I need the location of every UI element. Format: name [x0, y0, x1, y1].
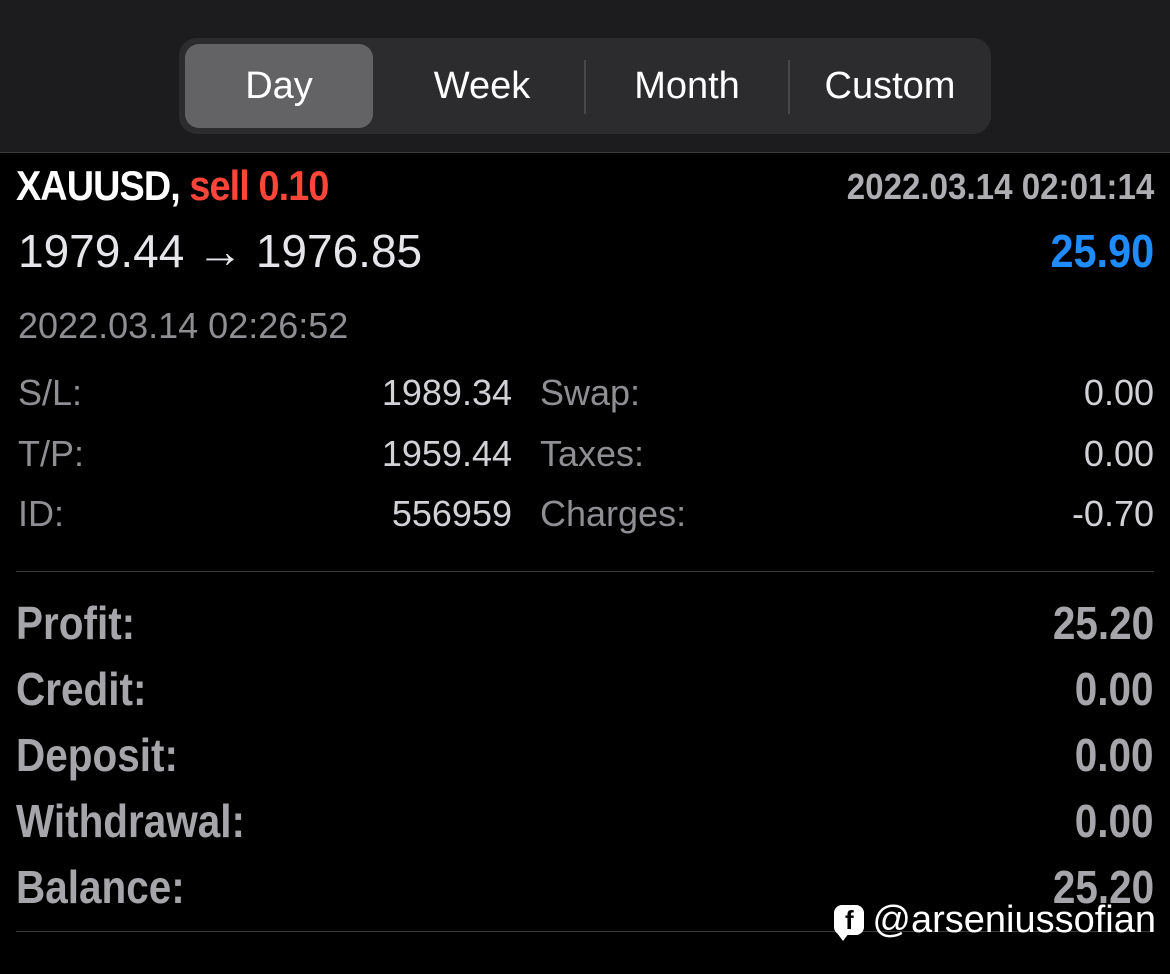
tab-month[interactable]: Month: [586, 44, 788, 128]
sl-value: 1989.34: [381, 372, 512, 413]
swap-value: 0.00: [1083, 372, 1154, 413]
summary-deposit-value: 0.00: [1075, 729, 1154, 781]
trade-close-time: 2022.03.14 02:26:52: [18, 305, 349, 346]
id-label: ID:: [18, 493, 65, 534]
section-divider: [16, 571, 1154, 572]
summary-balance-label: Balance:: [16, 861, 185, 913]
tp-value: 1959.44: [381, 433, 512, 474]
facebook-icon: f: [834, 905, 865, 941]
watermark: f @arseniussofian: [834, 898, 1156, 942]
tab-week[interactable]: Week: [379, 44, 585, 128]
trade-open-time: 2022.03.14 02:01:14: [846, 166, 1154, 207]
watermark-handle: @arseniussofian: [872, 898, 1156, 941]
trade-profit: 25.90: [1050, 225, 1154, 277]
summary-profit-value: 25.20: [1052, 597, 1154, 649]
tp-label: T/P:: [18, 433, 85, 474]
summary-withdrawal-label: Withdrawal:: [16, 795, 246, 847]
summary-deposit-label: Deposit:: [16, 729, 178, 781]
summary-credit-value: 0.00: [1075, 663, 1154, 715]
tab-custom[interactable]: Custom: [790, 44, 990, 128]
id-value: 556959: [391, 493, 512, 534]
summary-withdrawal-value: 0.00: [1075, 795, 1154, 847]
trade-side-volume: sell 0.10: [189, 162, 329, 209]
taxes-label: Taxes:: [540, 433, 645, 474]
tab-day[interactable]: Day: [185, 44, 373, 128]
period-segmented-control: Day Week Month Custom: [179, 38, 991, 134]
period-toolbar: Day Week Month Custom: [0, 0, 1170, 153]
charges-label: Charges:: [540, 493, 687, 534]
charges-value: -0.70: [1071, 493, 1154, 534]
swap-label: Swap:: [540, 372, 641, 413]
summary-credit-label: Credit:: [16, 663, 147, 715]
trade-symbol-line: XAUUSD, sell 0.10: [16, 162, 329, 210]
sl-label: S/L:: [18, 372, 83, 413]
trade-symbol: XAUUSD,: [16, 162, 181, 209]
trade-prices: 1979.44 → 1976.85: [18, 225, 423, 277]
taxes-value: 0.00: [1083, 433, 1154, 474]
summary-profit-label: Profit:: [16, 597, 136, 649]
